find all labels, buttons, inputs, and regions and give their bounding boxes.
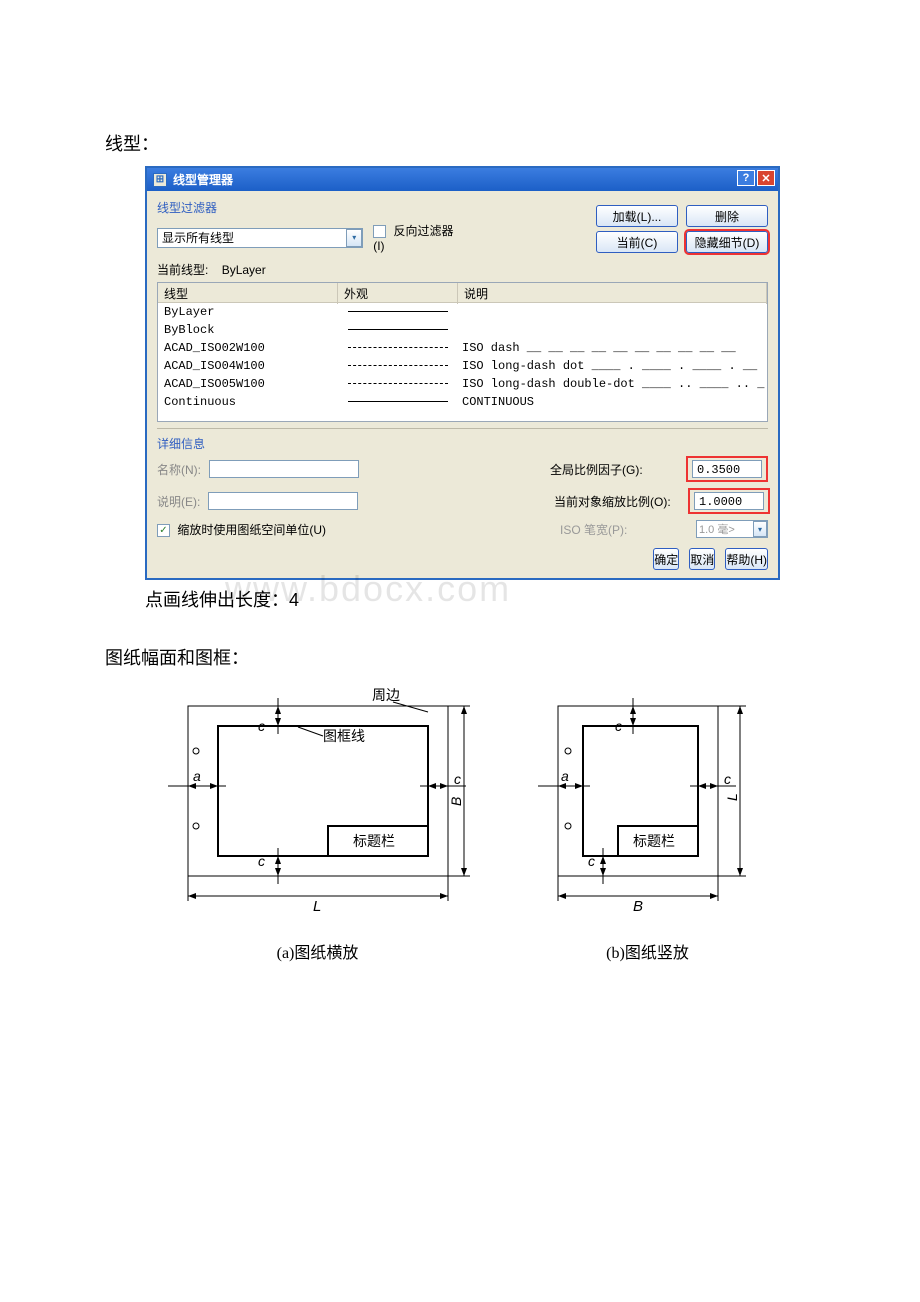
list-row[interactable]: ACAD_ISO02W100 ISO dash __ __ __ __ __ _… — [158, 339, 767, 357]
checkbox-icon — [373, 225, 386, 238]
sys-icon: ⊞ — [153, 173, 167, 187]
dialog-titlebar[interactable]: ⊞ 线型管理器 ? ✕ — [147, 168, 778, 191]
iso-pen-label: ISO 笔宽(P): — [560, 521, 690, 538]
svg-text:a: a — [561, 768, 569, 784]
caption-portrait: (b)图纸竖放 — [518, 939, 778, 963]
svg-text:c: c — [724, 771, 731, 787]
list-row[interactable]: Continuous CONTINUOUS — [158, 393, 767, 411]
svg-text:c: c — [615, 718, 622, 734]
paper-units-checkbox[interactable]: ✓ 缩放时使用图纸空间单位(U) — [157, 521, 326, 538]
filter-select[interactable]: 显示所有线型 ▾ — [157, 228, 363, 248]
linetype-list[interactable]: 线型 外观 说明 ByLayer ByBlock — [157, 282, 768, 422]
svg-text:c: c — [258, 853, 265, 869]
caption-under-dialog: 点画线伸出长度：4 — [145, 586, 820, 612]
filter-select-value: 显示所有线型 — [162, 229, 234, 246]
object-scale-label: 当前对象缩放比例(O): — [554, 493, 684, 510]
heading-frame: 图纸幅面和图框： — [105, 644, 820, 670]
load-button[interactable]: 加载(L)... — [596, 205, 678, 227]
hide-details-button[interactable]: 隐藏细节(D) — [686, 231, 768, 253]
linetype-manager-dialog: ⊞ 线型管理器 ? ✕ 线型过滤器 显示所有线型 ▾ — [145, 166, 780, 580]
checkbox-icon: ✓ — [157, 524, 170, 537]
svg-text:B: B — [448, 797, 464, 806]
label-zhoubian: 周边 — [372, 687, 400, 703]
list-header: 线型 外观 说明 — [158, 283, 767, 303]
chevron-down-icon: ▾ — [346, 229, 362, 247]
current-button[interactable]: 当前(C) — [596, 231, 678, 253]
ok-button[interactable]: 确定 — [653, 548, 679, 570]
frame-diagrams: c 周边 图框线 a — [105, 686, 820, 963]
current-linetype-value: ByLayer — [222, 263, 266, 277]
cancel-button[interactable]: 取消 — [689, 548, 715, 570]
svg-text:c: c — [454, 771, 461, 787]
desc-input[interactable] — [208, 492, 358, 510]
delete-button[interactable]: 删除 — [686, 205, 768, 227]
dialog-title: 线型管理器 — [173, 171, 233, 188]
label-biaotilan: 标题栏 — [633, 833, 675, 849]
svg-text:B: B — [633, 898, 643, 915]
svg-text:L: L — [724, 793, 740, 801]
object-scale-input[interactable]: 1.0000 — [694, 492, 764, 510]
close-icon[interactable]: ✕ — [757, 170, 775, 186]
heading-linetype: 线型： — [105, 130, 820, 156]
help-icon[interactable]: ? — [737, 170, 755, 186]
col-desc[interactable]: 说明 — [458, 283, 767, 304]
diagram-portrait: c a c — [518, 686, 778, 926]
global-scale-input[interactable]: 0.3500 — [692, 460, 762, 478]
list-row[interactable]: ByLayer — [158, 303, 767, 321]
svg-text:c: c — [258, 718, 265, 734]
iso-pen-select: 1.0 毫> ▾ — [696, 520, 768, 538]
svg-text:a: a — [193, 768, 201, 784]
global-scale-label: 全局比例因子(G): — [550, 461, 680, 478]
chevron-down-icon: ▾ — [753, 521, 767, 537]
list-row[interactable]: ACAD_ISO05W100 ISO long-dash double-dot … — [158, 375, 767, 393]
invert-filter-checkbox[interactable]: 反向过滤器(I) — [373, 222, 457, 253]
diagram-landscape: c 周边 图框线 a — [148, 686, 488, 926]
label-biaotilan: 标题栏 — [353, 833, 395, 849]
list-row[interactable]: ByBlock — [158, 321, 767, 339]
caption-landscape: (a)图纸横放 — [148, 939, 488, 963]
help-button[interactable]: 帮助(H) — [725, 548, 768, 570]
current-linetype-label: 当前线型: — [157, 263, 208, 277]
svg-text:L: L — [313, 898, 321, 915]
desc-label: 说明(E): — [157, 493, 200, 510]
list-row[interactable]: ACAD_ISO04W100 ISO long-dash dot ____ . … — [158, 357, 767, 375]
details-legend: 详细信息 — [157, 435, 768, 452]
col-name[interactable]: 线型 — [158, 283, 338, 304]
label-tukuangxian: 图框线 — [323, 728, 365, 744]
col-appearance[interactable]: 外观 — [338, 283, 458, 304]
filter-legend: 线型过滤器 — [157, 199, 457, 216]
name-label: 名称(N): — [157, 461, 201, 478]
name-input[interactable] — [209, 460, 359, 478]
svg-text:c: c — [588, 853, 595, 869]
paper-units-label: 缩放时使用图纸空间单位(U) — [177, 523, 326, 537]
